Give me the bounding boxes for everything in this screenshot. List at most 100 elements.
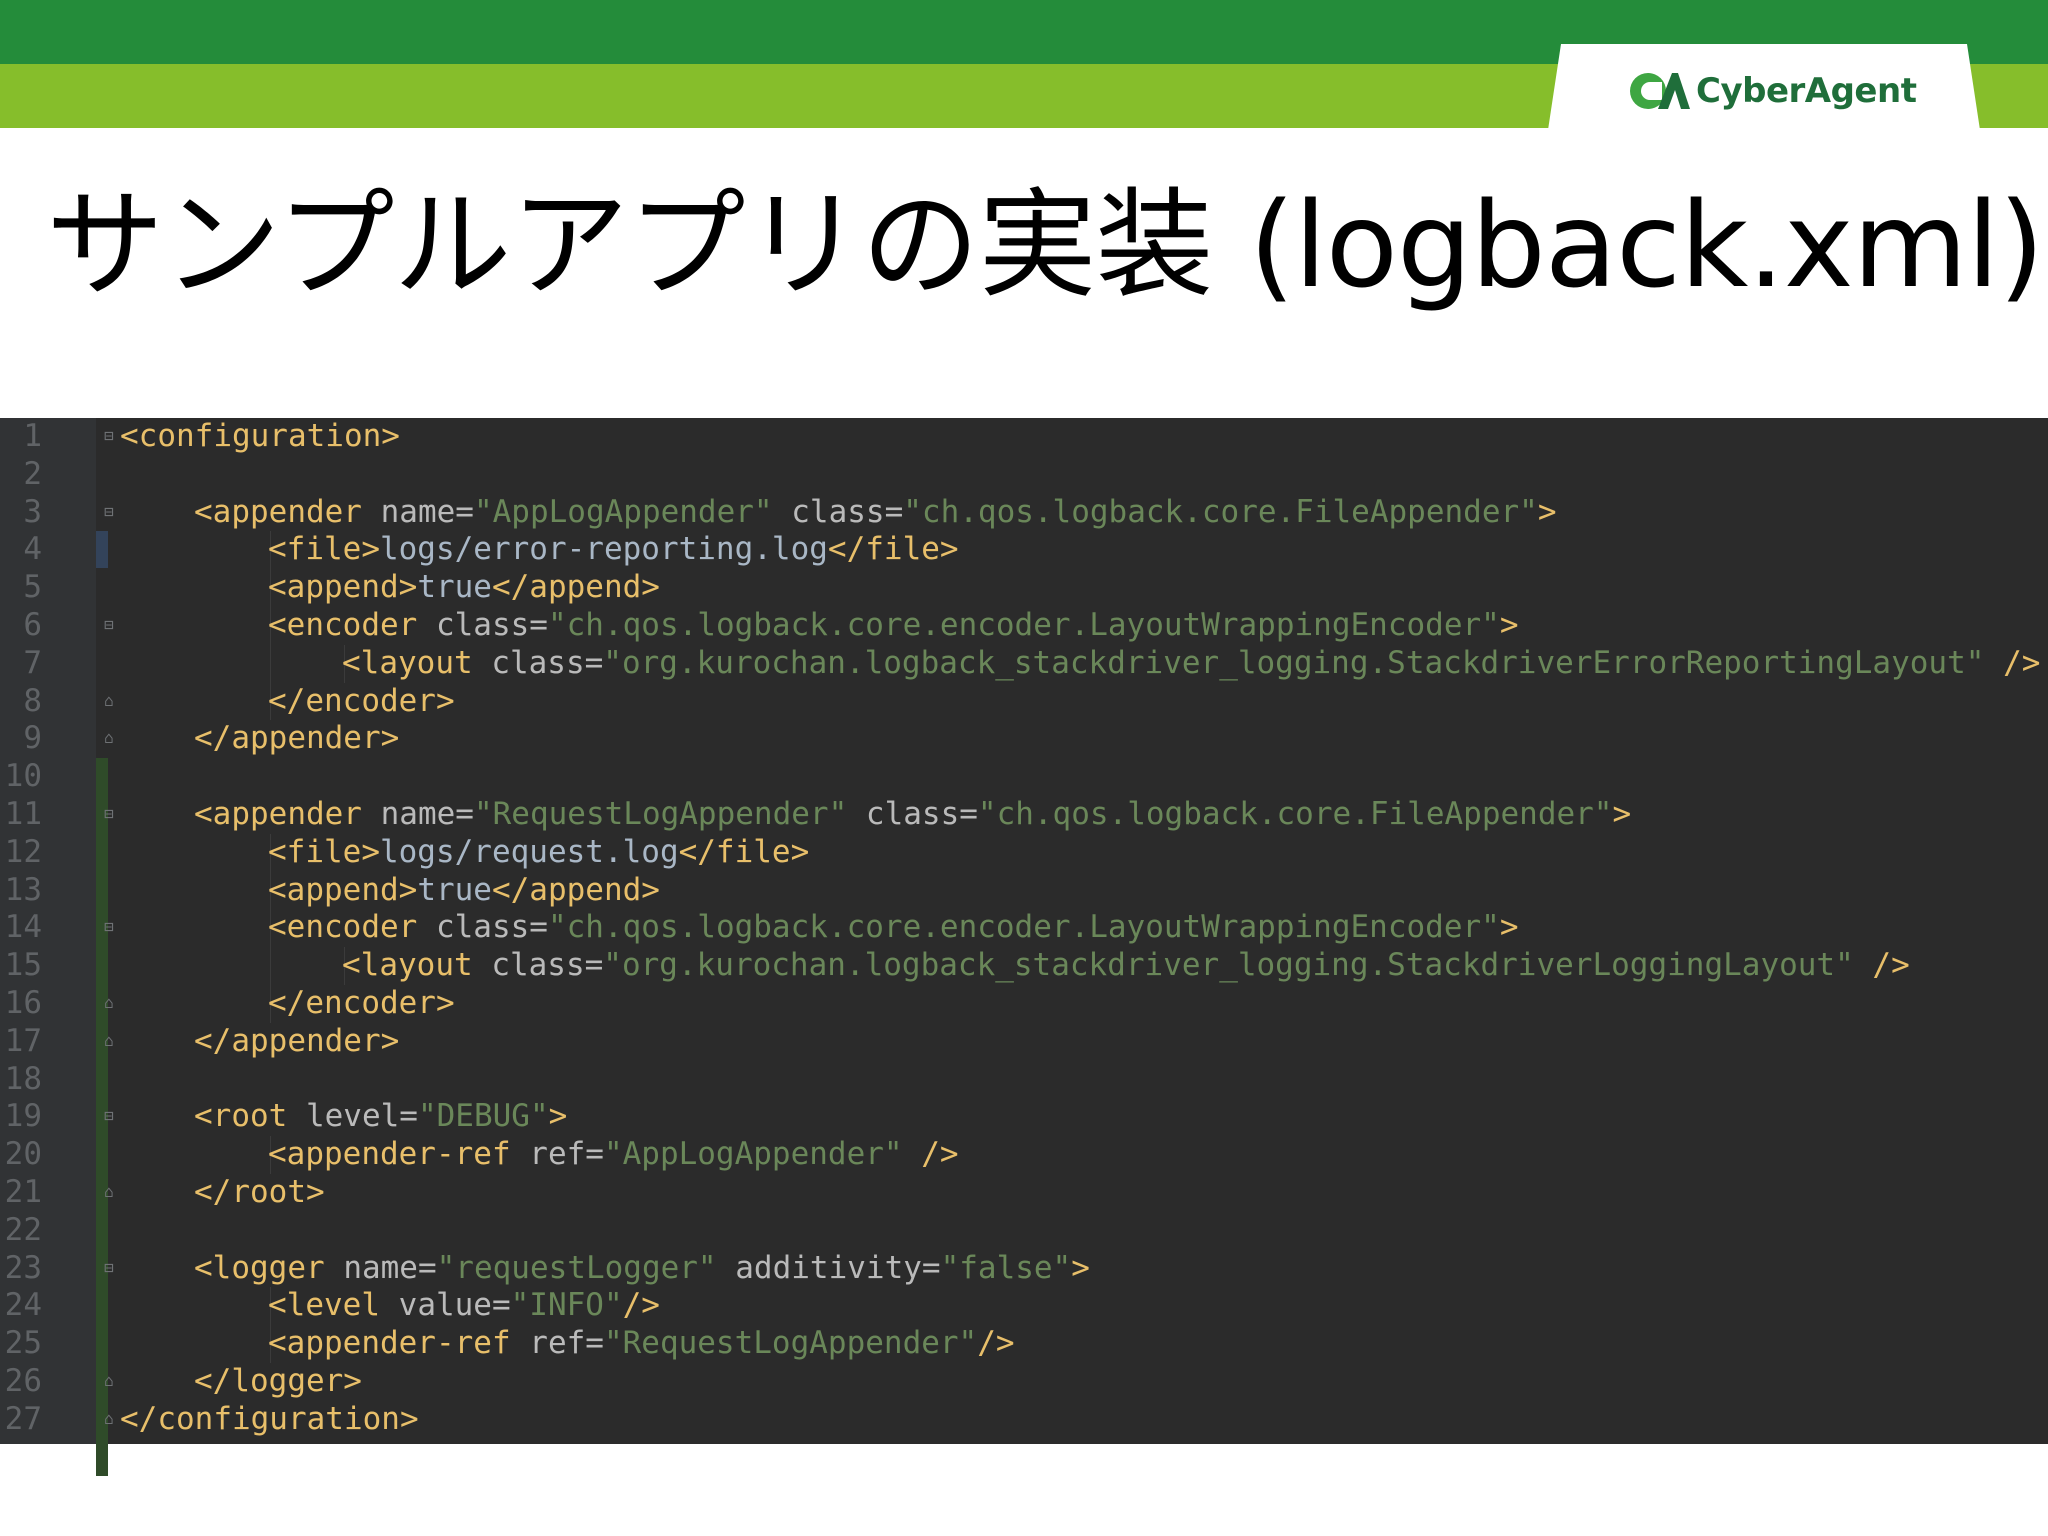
code-token-attr: additivity= (716, 1249, 941, 1286)
code-token-tag: /> (902, 1136, 959, 1173)
code-line: 13 <append>true</append> (0, 871, 2048, 910)
code-line: 12 <file>logs/request.log</file> (0, 833, 2048, 872)
code-token-tag: <file> (268, 833, 380, 870)
code-token-tag: <append> (268, 871, 418, 908)
fold-open-icon[interactable]: ⊟ (102, 805, 116, 823)
code-token-attr: class= (491, 947, 604, 984)
code-text[interactable]: <append>true</append> (268, 569, 660, 607)
fold-close-icon[interactable]: ⌂ (102, 1372, 116, 1390)
fold-close-icon[interactable]: ⌂ (102, 1031, 116, 1050)
code-token-val: "RequestLogAppender" (473, 796, 848, 832)
code-line: 10 (0, 758, 2048, 796)
indent-guide (270, 644, 271, 683)
code-text[interactable]: <level value="INFO"/> (268, 1287, 660, 1325)
code-editor[interactable]: 1 ⊟ <configuration> 2 3 ⊟ <appender name="AppL… (0, 418, 2048, 1476)
code-token-val: "false" (940, 1249, 1072, 1286)
code-token-val: "INFO" (510, 1287, 623, 1324)
line-number: 9 (23, 720, 42, 757)
fold-open-icon[interactable]: ⊟ (102, 1258, 116, 1277)
line-number: 5 (23, 569, 42, 606)
indent-guide (270, 947, 271, 985)
code-text[interactable]: <configuration> (120, 418, 400, 456)
code-text[interactable]: </logger> (194, 1363, 362, 1401)
code-token-attr: ref= (529, 1325, 604, 1362)
code-text[interactable]: <layout class="org.kurochan.logback_stac… (342, 947, 1910, 985)
code-text[interactable]: </root> (194, 1174, 325, 1212)
code-line: 23 ⊟ <logger name="requestLogger" additivi… (0, 1250, 2048, 1288)
line-number: 6 (23, 607, 42, 643)
code-token-attr: class= (491, 644, 604, 681)
code-line: 8 ⌂ </encoder> (0, 682, 2048, 721)
code-token-attr: level= (305, 1098, 418, 1135)
line-number: 21 (4, 1174, 42, 1210)
code-token-tag: </appender> (194, 720, 400, 757)
line-number: 3 (23, 493, 42, 530)
code-token-tag: <appender (194, 796, 381, 832)
code-token-tag: <layout (342, 947, 492, 984)
code-text[interactable]: <encoder class="ch.qos.logback.core.enco… (268, 607, 1518, 645)
line-number: 26 (4, 1363, 42, 1399)
code-text[interactable]: </encoder> (268, 985, 455, 1023)
logo-text: CyberAgent (1696, 71, 1917, 111)
code-line: 19 ⊟ <root level="DEBUG"> (0, 1098, 2048, 1136)
line-number: 4 (23, 531, 42, 568)
code-line: 27 ⌂ </configuration> (0, 1401, 2048, 1439)
line-number: 17 (4, 1022, 42, 1059)
code-text[interactable]: </appender> (194, 720, 399, 758)
fold-close-icon[interactable]: ⌂ (102, 1409, 116, 1428)
fold-close-icon[interactable]: ⌂ (102, 729, 116, 747)
code-token-attr: class= (772, 493, 904, 530)
code-token-attr: name= (343, 1249, 437, 1286)
code-token-tag: </encoder> (268, 682, 455, 719)
fold-open-icon[interactable]: ⊟ (102, 616, 116, 634)
line-number: 7 (23, 644, 42, 681)
code-token-tag: <file> (268, 531, 380, 568)
fold-open-icon[interactable]: ⊟ (102, 918, 116, 936)
cyberagent-logo-icon (1630, 73, 1690, 109)
code-text[interactable]: <layout class="org.kurochan.logback_stac… (342, 645, 2040, 683)
code-token-val: "ch.qos.logback.core.FileAppender" (977, 796, 1613, 832)
code-token-txt: logs/error-reporting.log (379, 531, 828, 568)
line-number: 16 (4, 985, 42, 1021)
code-line: 17 ⌂ </appender> (0, 1023, 2048, 1061)
code-token-tag: > (1499, 909, 1519, 946)
code-line: 22 (0, 1212, 2048, 1250)
code-line: 15 <layout class="org.kurochan.logback_st… (0, 947, 2048, 985)
code-token-tag: > (1612, 796, 1632, 832)
code-token-attr: class= (435, 909, 548, 946)
code-token-tag: </root> (194, 1174, 325, 1210)
code-token-tag: </appender> (194, 1022, 400, 1059)
code-text[interactable]: </configuration> (120, 1401, 419, 1439)
code-token-val: "AppLogAppender" (473, 493, 773, 530)
line-number: 23 (4, 1249, 42, 1286)
code-line: 6 ⊟ <encoder class="ch.qos.logback.core.en… (0, 607, 2048, 645)
code-token-attr: class= (847, 796, 978, 832)
code-text[interactable]: <encoder class="ch.qos.logback.core.enco… (268, 909, 1518, 947)
fold-close-icon[interactable]: ⌂ (102, 691, 116, 710)
fold-open-icon[interactable]: ⊟ (102, 1107, 116, 1125)
code-text[interactable]: <appender-ref ref="RequestLogAppender"/> (268, 1325, 1015, 1363)
code-text[interactable]: </appender> (194, 1023, 399, 1061)
fold-open-icon[interactable]: ⊟ (102, 502, 116, 521)
code-text[interactable]: <appender-ref ref="AppLogAppender" /> (268, 1136, 959, 1174)
code-text[interactable]: <file>logs/request.log</file> (268, 834, 809, 872)
code-token-val: "ch.qos.logback.core.encoder.LayoutWrapp… (547, 607, 1500, 643)
code-line: 21 ⌂ </root> (0, 1174, 2048, 1212)
fold-close-icon[interactable]: ⌂ (102, 1183, 116, 1201)
code-line: 9 ⌂ </appender> (0, 720, 2048, 758)
code-token-tag: <appender (194, 493, 381, 530)
code-text[interactable]: <appender name="RequestLogAppender" clas… (194, 796, 1631, 834)
code-text[interactable]: <appender name="AppLogAppender" class="c… (194, 494, 1556, 532)
code-token-val: "RequestLogAppender" (603, 1325, 978, 1362)
code-text[interactable]: <root level="DEBUG"> (194, 1098, 567, 1136)
code-text[interactable]: <logger name="requestLogger" additivity=… (194, 1250, 1090, 1288)
code-token-tag: > (1499, 607, 1519, 643)
fold-close-icon[interactable]: ⌂ (102, 994, 116, 1012)
fold-open-icon[interactable]: ⊟ (102, 427, 116, 445)
line-number: 25 (4, 1325, 42, 1362)
code-text[interactable]: </encoder> (268, 683, 455, 721)
line-number: 22 (4, 1211, 42, 1248)
code-text[interactable]: <file>logs/error-reporting.log</file> (268, 531, 959, 569)
code-text[interactable]: <append>true</append> (268, 872, 660, 910)
code-line: 18 (0, 1061, 2048, 1099)
